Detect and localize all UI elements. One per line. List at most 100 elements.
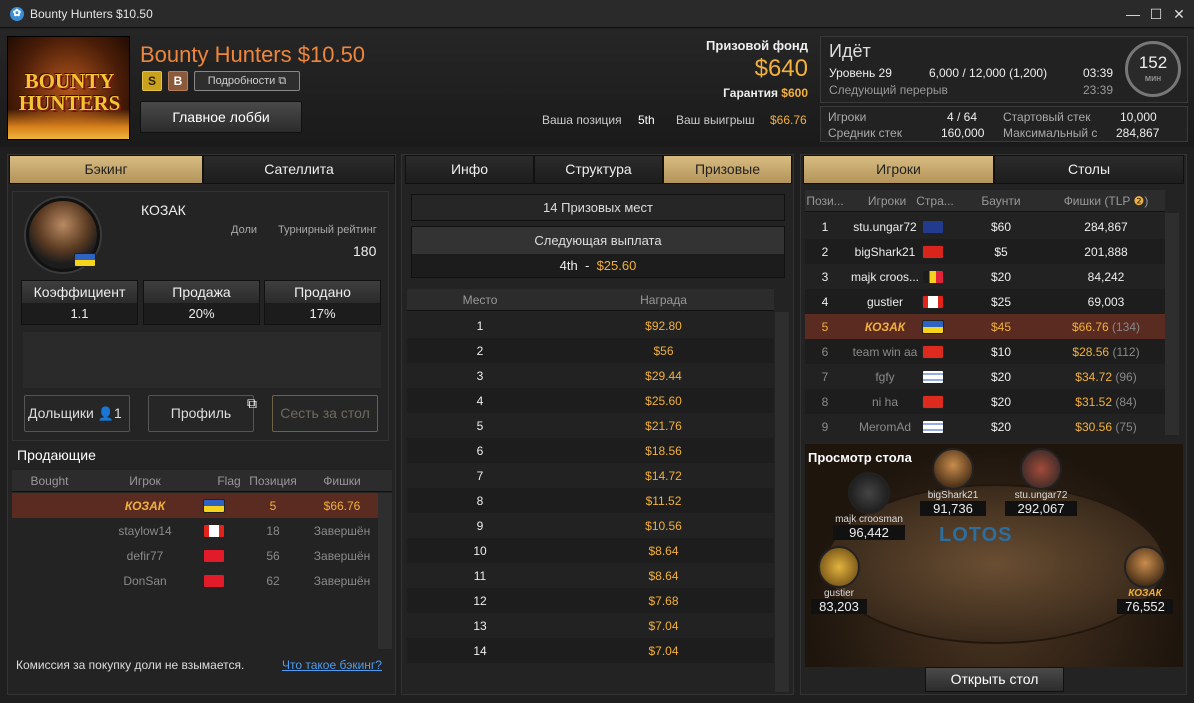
table-row[interactable]: 1 $92.80 [407, 313, 774, 338]
table-row[interactable]: 4 $25.60 [407, 388, 774, 413]
slot-machine-avatar [848, 472, 890, 514]
table-preview: LOTOS Просмотр стола majk croosman 96,44… [805, 444, 1183, 667]
table-row[interactable]: 5 $21.76 [407, 413, 774, 438]
player-name: КОЗАК [141, 202, 186, 218]
table-row[interactable]: 13 $7.04 [407, 613, 774, 638]
table-row[interactable]: DonSan 62 Завершён [12, 568, 378, 593]
il-flag-icon [922, 419, 944, 434]
details-button[interactable]: Подробности ⧉ [194, 71, 300, 91]
break-time: 23:39 [1083, 83, 1114, 97]
payouts-table-header: Место Награда [407, 289, 774, 311]
tab-satellites[interactable]: Сателлита [203, 155, 395, 184]
blinds: 6,000 / 12,000 (1,200) [929, 66, 1048, 80]
tab-info[interactable]: Инфо [405, 155, 534, 184]
tab-backing[interactable]: Бэкинг [9, 155, 203, 184]
table-row[interactable]: 8 ni ha $20 $31.52 (84) [805, 389, 1165, 414]
table-row[interactable]: defir77 56 Завершён [12, 543, 378, 568]
table-row[interactable]: 2 $56 [407, 338, 774, 363]
turkey-flag-icon [203, 548, 225, 563]
sellers-scrollbar[interactable] [378, 493, 392, 649]
table-row[interactable]: 5 КОЗАК $45 $66.76 (134) [805, 314, 1165, 339]
backing-panel: Бэкинг Сателлита КОЗАК Доли Турнирный ре… [7, 154, 396, 695]
seat[interactable]: majk croosman 96,442 [833, 472, 905, 540]
external-link-icon: ⧉ [247, 395, 257, 411]
seat[interactable]: КОЗАК 76,552 [1117, 546, 1173, 614]
profile-button[interactable]: Профиль ⧉ [148, 395, 257, 432]
what-is-backing-link[interactable]: Что такое бэкинг? [282, 658, 382, 672]
bounty-badge: B [168, 71, 188, 91]
player-card: КОЗАК Доли Турнирный рейтинг 180 Коэффиц… [12, 191, 389, 441]
winnings-label: Ваш выигрыш [676, 113, 755, 127]
tournament-header: BOUNTY HUNTERS Bounty Hunters $10.50 S B… [0, 29, 1194, 147]
maximize-button[interactable]: ☐ [1145, 4, 1167, 24]
shares-label: Доли [231, 224, 258, 236]
tab-structure[interactable]: Структура [534, 155, 663, 184]
table-row[interactable]: 7 $14.72 [407, 463, 774, 488]
table-row[interactable]: 9 MeromAd $20 $30.56 (75) [805, 414, 1165, 439]
table-row[interactable]: 3 majk croos... $20 84,242 [805, 264, 1165, 289]
table-row[interactable]: 9 $10.56 [407, 513, 774, 538]
max-stack: 284,867 [1116, 126, 1160, 140]
table-row[interactable]: 6 team win aa $10 $28.56 (112) [805, 339, 1165, 364]
tournament-logo: BOUNTY HUNTERS [7, 36, 130, 140]
players-table-header: Пози... Игроки Стра... Баунти Фишки (TLP… [805, 190, 1165, 212]
table-row[interactable]: 14 $7.04 [407, 638, 774, 663]
cn-flag-icon [922, 394, 944, 409]
lotos-logo: LOTOS [939, 524, 1013, 546]
gb-flag-icon [922, 219, 944, 234]
players-panel: Игроки Столы Пози... Игроки Стра... Баун… [800, 154, 1187, 695]
table-row[interactable]: 10 $8.64 [407, 538, 774, 563]
table-row[interactable]: 2 bigShark21 $5 201,888 [805, 239, 1165, 264]
player-avatar [1124, 546, 1166, 588]
commission-note: Комиссия за покупку доли не взымается. [16, 658, 245, 672]
minimize-button[interactable]: — [1122, 4, 1144, 24]
seat[interactable]: bigShark21 91,736 [920, 448, 986, 516]
table-row[interactable]: 12 $7.68 [407, 588, 774, 613]
position-label: Ваша позиция [542, 113, 622, 127]
close-button[interactable]: ✕ [1168, 4, 1190, 24]
ukraine-flag-icon [203, 498, 225, 513]
canada-flag-icon [203, 523, 225, 538]
table-row[interactable]: 1 stu.ungar72 $60 284,867 [805, 214, 1165, 239]
ca-flag-icon [922, 294, 944, 309]
main-lobby-button[interactable]: Главное лобби [140, 101, 302, 133]
table-row[interactable]: 7 fgfy $20 $34.72 (96) [805, 364, 1165, 389]
external-link-icon: ⧉ [278, 75, 287, 87]
sold-box: Продано 17% [264, 280, 381, 325]
al-flag-icon [922, 244, 944, 259]
payouts-scrollbar[interactable] [775, 312, 789, 692]
level-time: 03:39 [1083, 66, 1114, 80]
tab-prizes[interactable]: Призовые [663, 155, 792, 184]
table-row[interactable]: 3 $29.44 [407, 363, 774, 388]
tournament-state: Идёт [829, 41, 871, 61]
rating-value: 180 [353, 243, 377, 259]
sale-box: Продажа 20% [143, 280, 260, 325]
tab-tables[interactable]: Столы [994, 155, 1184, 184]
table-row[interactable]: 4 gustier $25 69,003 [805, 289, 1165, 314]
title-bar: ✿ Bounty Hunters $10.50 — ☐ ✕ [0, 0, 1194, 28]
status-box: Идёт Уровень 29 6,000 / 12,000 (1,200) 0… [820, 36, 1188, 103]
tab-players[interactable]: Игроки [803, 155, 994, 184]
table-view-title: Просмотр стола [808, 450, 912, 465]
seat[interactable]: stu.ungar72 292,067 [1005, 448, 1077, 516]
players-count: 4 / 64 [947, 110, 978, 124]
clock-icon: 152 мин [1125, 41, 1181, 97]
table-row[interactable]: staylow14 18 Завершён [12, 518, 378, 543]
table-row[interactable]: 6 $18.56 [407, 438, 774, 463]
be-flag-icon [922, 269, 944, 284]
stakeholders-button[interactable]: Дольщики 👤1 [24, 395, 130, 432]
table-row[interactable]: КОЗАК 5 $66.76 [12, 493, 378, 518]
open-table-button[interactable]: Открыть стол [925, 667, 1064, 692]
start-stack: 10,000 [1120, 110, 1157, 124]
players-scrollbar[interactable] [1165, 213, 1179, 435]
level: Уровень 29 [829, 66, 892, 80]
prize-places: 14 Призовых мест [411, 194, 785, 221]
satellite-badge: S [142, 71, 162, 91]
buddha-avatar [818, 546, 860, 588]
guarantee: Гарантия $600 [723, 86, 808, 100]
table-row[interactable]: 8 $11.52 [407, 488, 774, 513]
sit-at-table-button[interactable]: Сесть за стол [272, 395, 378, 432]
table-row[interactable]: 11 $8.64 [407, 563, 774, 588]
sellers-table-header: Bought Игрок Flag Позиция Фишки [12, 470, 392, 492]
seat[interactable]: gustier 83,203 [811, 546, 867, 614]
